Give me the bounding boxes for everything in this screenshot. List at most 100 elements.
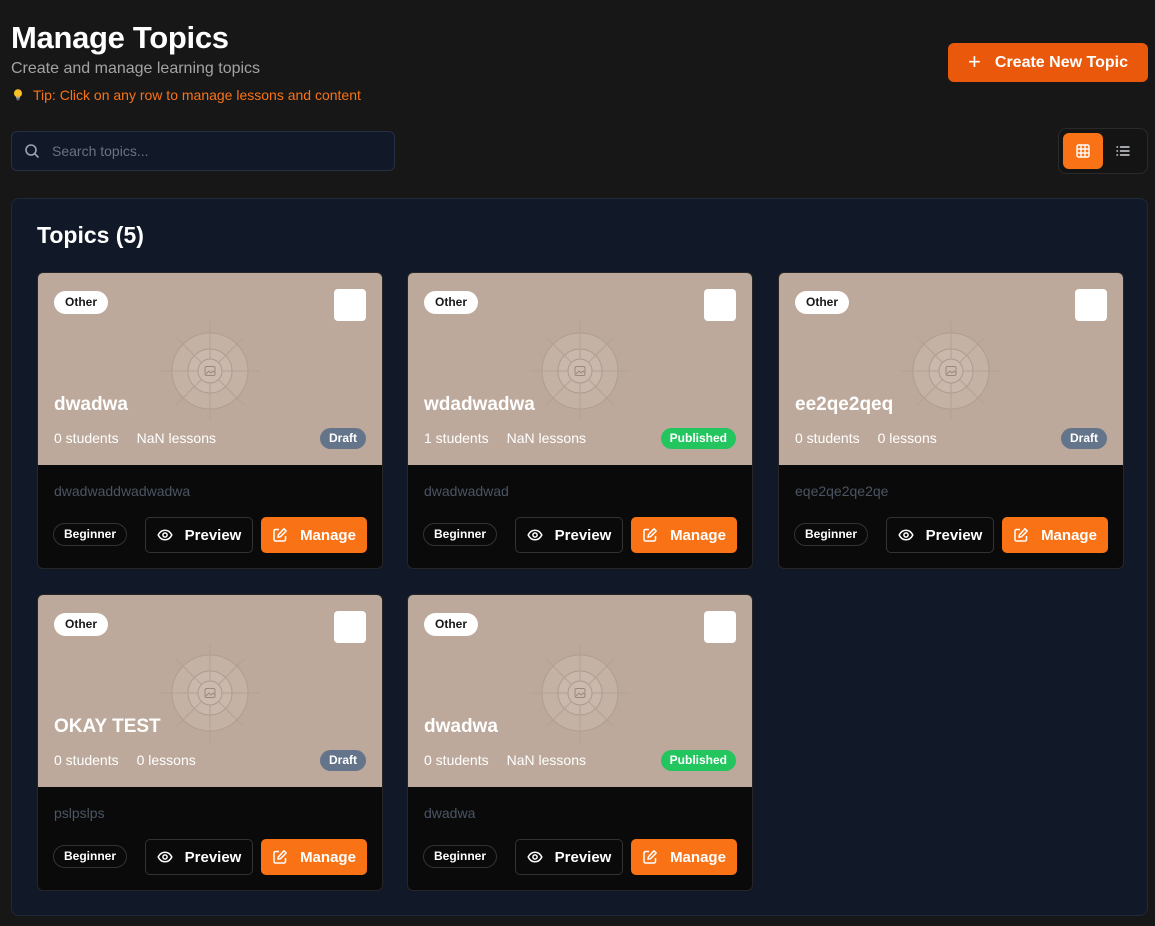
- placeholder-image-icon: [160, 643, 260, 743]
- preview-label: Preview: [554, 848, 612, 866]
- category-badge: Other: [424, 291, 479, 314]
- topic-stats: 1 students NaN lessons: [424, 430, 586, 446]
- tip-text: Tip: Click on any row to manage lessons …: [11, 86, 361, 104]
- preview-button[interactable]: Preview: [515, 517, 623, 553]
- manage-label: Manage: [300, 526, 356, 544]
- level-badge: Beginner: [423, 523, 498, 546]
- select-checkbox[interactable]: [1075, 289, 1107, 321]
- panel-title: Topics (5): [37, 222, 144, 248]
- tip-label: Tip: Click on any row to manage lessons …: [33, 87, 361, 103]
- select-checkbox[interactable]: [704, 611, 736, 643]
- select-checkbox[interactable]: [334, 289, 366, 321]
- students-count: 0 students: [54, 430, 119, 446]
- card-hero: Other dwadwa 0 students NaN lessons Publ…: [408, 595, 752, 787]
- topic-card[interactable]: Other dwadwa 0 students NaN lessons Draf…: [37, 272, 383, 569]
- eye-icon: [898, 529, 914, 541]
- page-header: Manage Topics Create and manage learning…: [11, 20, 361, 104]
- placeholder-image-icon: [530, 643, 630, 743]
- lessons-count: 0 lessons: [877, 430, 937, 446]
- category-badge: Other: [795, 291, 850, 314]
- topic-stats: 0 students 0 lessons: [54, 752, 196, 768]
- manage-label: Manage: [670, 848, 726, 866]
- manage-topics-page: Manage Topics Create and manage learning…: [0, 0, 1155, 926]
- students-count: 0 students: [795, 430, 860, 446]
- manage-button[interactable]: Manage: [261, 839, 367, 875]
- preview-button[interactable]: Preview: [515, 839, 623, 875]
- students-count: 0 students: [424, 752, 489, 768]
- lightbulb-icon: [13, 89, 23, 101]
- edit-icon: [1014, 528, 1029, 542]
- lessons-count: NaN lessons: [506, 752, 586, 768]
- topic-title: OKAY TEST: [54, 716, 161, 737]
- status-badge: Published: [660, 428, 736, 449]
- eye-icon: [157, 529, 173, 541]
- preview-button[interactable]: Preview: [886, 517, 994, 553]
- topic-description: pslpslps: [54, 805, 105, 821]
- search-icon: [25, 144, 39, 158]
- category-badge: Other: [424, 613, 479, 636]
- level-badge: Beginner: [794, 523, 869, 546]
- plus-icon: +: [968, 48, 981, 74]
- list-icon: [1116, 146, 1130, 156]
- topic-card[interactable]: Other wdadwadwa 1 students NaN lessons P…: [407, 272, 753, 569]
- status-badge: Published: [660, 750, 736, 771]
- page-title: Manage Topics: [11, 20, 229, 55]
- select-checkbox[interactable]: [704, 289, 736, 321]
- topic-description: dwadwadwad: [424, 483, 509, 499]
- create-new-topic-label: Create New Topic: [994, 53, 1128, 71]
- topic-title: wdadwadwa: [424, 394, 535, 415]
- manage-label: Manage: [1041, 526, 1097, 544]
- topic-card[interactable]: Other dwadwa 0 students NaN lessons Publ…: [407, 594, 753, 891]
- list-view-button[interactable]: [1103, 133, 1143, 169]
- category-badge: Other: [54, 613, 109, 636]
- students-count: 0 students: [54, 752, 119, 768]
- topic-card[interactable]: Other OKAY TEST 0 students 0 lessons Dra…: [37, 594, 383, 891]
- search-box: [11, 131, 395, 171]
- eye-icon: [157, 851, 173, 863]
- manage-label: Manage: [300, 848, 356, 866]
- create-new-topic-button[interactable]: + Create New Topic: [948, 43, 1148, 82]
- topic-description: dwadwaddwadwadwa: [54, 483, 191, 499]
- page-subtitle: Create and manage learning topics: [11, 60, 261, 77]
- level-badge: Beginner: [423, 845, 498, 868]
- topic-stats: 0 students NaN lessons: [424, 752, 586, 768]
- manage-button[interactable]: Manage: [261, 517, 367, 553]
- card-hero: Other ee2qe2qeq 0 students 0 lessons Dra…: [779, 273, 1123, 465]
- placeholder-image-icon: [901, 321, 1001, 421]
- status-badge: Draft: [319, 750, 366, 771]
- grid-icon: [1076, 144, 1090, 158]
- topic-card[interactable]: Other ee2qe2qeq 0 students 0 lessons Dra…: [778, 272, 1124, 569]
- preview-button[interactable]: Preview: [145, 517, 253, 553]
- manage-button[interactable]: Manage: [631, 517, 737, 553]
- preview-label: Preview: [554, 526, 612, 544]
- topic-description: dwadwa: [424, 805, 476, 821]
- view-toggle: [1058, 128, 1148, 174]
- eye-icon: [527, 529, 543, 541]
- search-input[interactable]: [52, 143, 352, 159]
- select-checkbox[interactable]: [334, 611, 366, 643]
- preview-label: Preview: [925, 526, 983, 544]
- manage-button[interactable]: Manage: [1002, 517, 1108, 553]
- edit-icon: [643, 850, 658, 864]
- edit-icon: [273, 528, 288, 542]
- lessons-count: NaN lessons: [136, 430, 216, 446]
- preview-label: Preview: [184, 526, 242, 544]
- level-badge: Beginner: [53, 845, 128, 868]
- status-badge: Draft: [1060, 428, 1107, 449]
- eye-icon: [527, 851, 543, 863]
- topic-stats: 0 students NaN lessons: [54, 430, 216, 446]
- manage-label: Manage: [670, 526, 726, 544]
- preview-button[interactable]: Preview: [145, 839, 253, 875]
- topic-description: eqe2qe2qe2qe: [795, 483, 889, 499]
- status-badge: Draft: [319, 428, 366, 449]
- card-hero: Other dwadwa 0 students NaN lessons Draf…: [38, 273, 382, 465]
- grid-view-button[interactable]: [1063, 133, 1103, 169]
- preview-label: Preview: [184, 848, 242, 866]
- edit-icon: [273, 850, 288, 864]
- level-badge: Beginner: [53, 523, 128, 546]
- topic-title: dwadwa: [54, 394, 128, 415]
- placeholder-image-icon: [530, 321, 630, 421]
- topic-title: ee2qe2qeq: [795, 394, 894, 415]
- category-badge: Other: [54, 291, 109, 314]
- manage-button[interactable]: Manage: [631, 839, 737, 875]
